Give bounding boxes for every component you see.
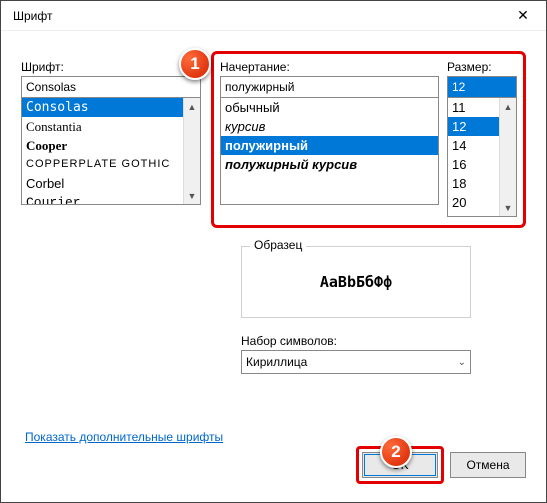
scroll-up-icon[interactable]: ▲ xyxy=(184,98,200,115)
charset-value: Кириллица xyxy=(246,355,458,369)
list-item[interactable]: Cooper xyxy=(22,136,183,155)
style-list-inner: обычный курсив полужирный полужирный кур… xyxy=(221,98,438,204)
chevron-down-icon: ⌄ xyxy=(458,357,466,368)
size-listbox[interactable]: 11 12 14 16 18 20 22 ▲ ▼ xyxy=(447,97,517,217)
list-item[interactable]: Constantia xyxy=(22,117,183,136)
font-listbox[interactable]: Consolas Constantia Cooper Copperplate G… xyxy=(21,97,201,205)
style-listbox[interactable]: обычный курсив полужирный полужирный кур… xyxy=(220,97,439,205)
more-fonts-link[interactable]: Показать дополнительные шрифты xyxy=(25,430,223,444)
close-button[interactable]: ✕ xyxy=(500,1,546,31)
font-list-inner: Consolas Constantia Cooper Copperplate G… xyxy=(22,98,183,204)
list-item[interactable]: 12 xyxy=(448,117,499,136)
style-input[interactable] xyxy=(220,76,439,98)
size-label: Размер: xyxy=(447,60,517,74)
sample-group: Образец AaBbБбФф xyxy=(241,246,471,318)
font-dialog-window: Шрифт ✕ Шрифт: Consolas Constantia Coope… xyxy=(0,0,547,503)
list-item[interactable]: 16 xyxy=(448,155,499,174)
font-scrollbar[interactable]: ▲ ▼ xyxy=(183,98,200,204)
size-column: Размер: 11 12 14 16 18 20 22 xyxy=(447,60,517,217)
style-column: Начертание: обычный курсив полужирный по… xyxy=(220,60,439,217)
list-item[interactable]: полужирный курсив xyxy=(221,155,438,174)
list-item[interactable]: полужирный xyxy=(221,136,438,155)
scroll-track[interactable] xyxy=(500,115,516,199)
list-item[interactable]: 20 xyxy=(448,193,499,212)
list-item[interactable]: 14 xyxy=(448,136,499,155)
list-item[interactable]: курсив xyxy=(221,117,438,136)
size-scrollbar[interactable]: ▲ ▼ xyxy=(499,98,516,216)
list-item[interactable]: Courier xyxy=(22,193,183,204)
scroll-down-icon[interactable]: ▼ xyxy=(500,199,516,216)
size-list-inner: 11 12 14 16 18 20 22 xyxy=(448,98,499,216)
style-label: Начертание: xyxy=(220,60,439,74)
list-item[interactable]: Corbel xyxy=(22,174,183,193)
cancel-button[interactable]: Отмена xyxy=(450,452,526,478)
sample-group-label: Образец xyxy=(250,238,306,252)
font-label: Шрифт: xyxy=(21,60,201,74)
list-item[interactable]: 22 xyxy=(448,212,499,216)
top-row: Шрифт: Consolas Constantia Cooper Copper… xyxy=(21,51,526,228)
highlight-style-size: Начертание: обычный курсив полужирный по… xyxy=(211,51,526,228)
callout-2: 2 xyxy=(380,436,412,468)
titlebar: Шрифт ✕ xyxy=(1,1,546,31)
close-icon: ✕ xyxy=(517,7,529,24)
list-item[interactable]: 18 xyxy=(448,174,499,193)
charset-label: Набор символов: xyxy=(241,334,471,348)
font-column: Шрифт: Consolas Constantia Cooper Copper… xyxy=(21,51,201,228)
list-item[interactable]: Copperplate Gothic xyxy=(22,155,183,174)
font-input[interactable] xyxy=(21,76,201,98)
scroll-up-icon[interactable]: ▲ xyxy=(500,98,516,115)
callout-1: 1 xyxy=(179,48,211,80)
window-title: Шрифт xyxy=(13,9,500,23)
dialog-content: Шрифт: Consolas Constantia Cooper Copper… xyxy=(1,31,546,502)
scroll-down-icon[interactable]: ▼ xyxy=(184,187,200,204)
scroll-track[interactable] xyxy=(184,115,200,187)
charset-select[interactable]: Кириллица ⌄ xyxy=(241,350,471,374)
charset-section: Набор символов: Кириллица ⌄ xyxy=(241,334,471,374)
list-item[interactable]: Consolas xyxy=(22,98,183,117)
list-item[interactable]: обычный xyxy=(221,98,438,117)
list-item[interactable]: 11 xyxy=(448,98,499,117)
size-input[interactable] xyxy=(447,76,517,98)
sample-text: AaBbБбФф xyxy=(242,247,470,317)
